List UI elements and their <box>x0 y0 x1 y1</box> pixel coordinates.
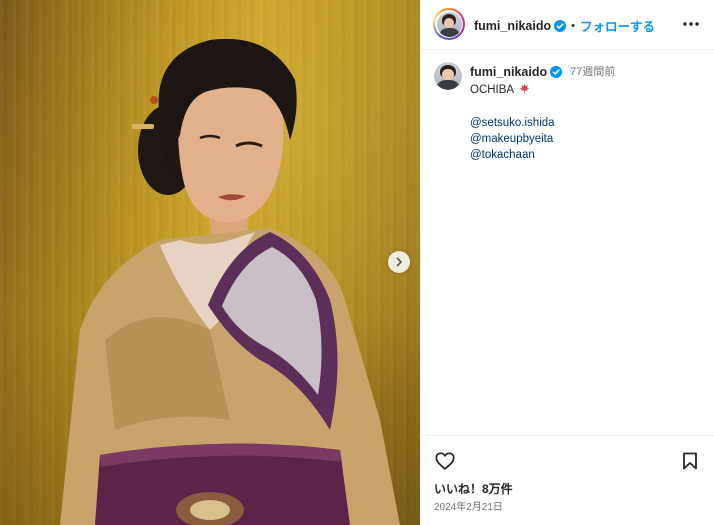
maple-leaf-icon <box>519 83 529 93</box>
chevron-right-icon <box>396 257 402 267</box>
post-caption: fumi_nikaido 77週間前 OCHIBA @setsuko.ishid… <box>470 64 702 163</box>
next-image-button[interactable] <box>388 251 410 273</box>
more-options-icon[interactable] <box>682 16 700 32</box>
caption-text: OCHIBA <box>470 83 514 96</box>
post-header: fumi_nikaido • フォローする <box>420 0 714 50</box>
follow-button[interactable]: フォローする <box>580 16 655 35</box>
post-time[interactable]: 77週間前 <box>570 64 615 81</box>
header-username[interactable]: fumi_nikaido <box>474 19 551 33</box>
header-separator: • <box>571 19 575 32</box>
mention-link[interactable]: @setsuko.ishida <box>470 115 702 131</box>
mention-link[interactable]: @tokachaan <box>470 147 702 163</box>
mention-list: @setsuko.ishida @makeupbyeita @tokachaan <box>470 115 702 163</box>
caption-username[interactable]: fumi_nikaido <box>470 64 547 81</box>
like-count[interactable]: いいね！8万件 <box>434 480 513 497</box>
verified-badge-icon <box>554 19 567 32</box>
mention-link[interactable]: @makeupbyeita <box>470 131 702 147</box>
post-footer: いいね！8万件 2024年2月21日 <box>420 435 714 525</box>
verified-badge-icon <box>550 66 563 79</box>
bookmark-icon[interactable] <box>680 451 700 471</box>
profile-avatar[interactable] <box>433 8 465 40</box>
heart-icon[interactable] <box>434 450 456 472</box>
post-date: 2024年2月21日 <box>434 502 503 513</box>
photo-figure <box>60 38 400 525</box>
caption-avatar[interactable] <box>434 62 462 90</box>
post-sidebar: fumi_nikaido • フォローする fumi_nikaido 77週間前 <box>420 0 714 525</box>
post-photo <box>0 0 420 525</box>
